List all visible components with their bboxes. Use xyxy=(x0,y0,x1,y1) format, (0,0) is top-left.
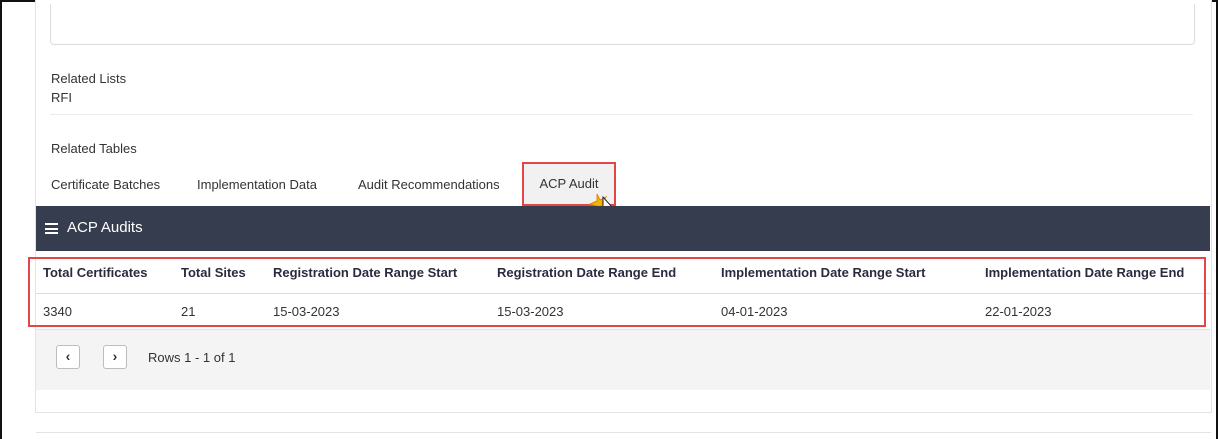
chevron-left-icon: ‹ xyxy=(65,348,71,364)
tab-certificate-batches[interactable]: Certificate Batches xyxy=(51,177,160,192)
text-area-field[interactable] xyxy=(50,4,1195,45)
frame-border-left xyxy=(0,0,2,439)
acp-audits-header: ACP Audits xyxy=(36,206,1210,251)
column-header-registration-start[interactable]: Registration Date Range Start xyxy=(266,251,490,294)
cell-total-sites: 21 xyxy=(181,303,196,319)
pagination-bar: ‹ › Rows 1 - 1 of 1 xyxy=(36,329,1210,390)
related-tables-heading: Related Tables xyxy=(51,141,137,156)
column-header-implementation-start[interactable]: Implementation Date Range Start xyxy=(714,251,978,294)
pagination-status: Rows 1 - 1 of 1 xyxy=(148,350,236,365)
cell-registration-start: 15-03-2023 xyxy=(273,303,340,319)
cell-total-certificates: 3340 xyxy=(43,303,72,319)
column-header-total-sites[interactable]: Total Sites xyxy=(174,251,266,294)
table-row[interactable]: 3340 21 15-03-2023 15-03-2023 04-01-2023… xyxy=(36,294,1210,329)
chevron-right-icon: › xyxy=(112,348,118,364)
table-header-row: Total Certificates Total Sites Registrat… xyxy=(36,251,1210,294)
column-header-implementation-end[interactable]: Implementation Date Range End xyxy=(978,251,1210,294)
next-page-button[interactable]: › xyxy=(103,345,127,369)
section-divider-bottom xyxy=(36,432,1211,433)
hamburger-menu-icon xyxy=(45,223,58,234)
section-divider xyxy=(50,114,1193,115)
acp-audits-table: Total Certificates Total Sites Registrat… xyxy=(36,251,1210,328)
related-lists-heading: Related Lists xyxy=(51,71,127,86)
column-header-total-certificates[interactable]: Total Certificates xyxy=(36,251,174,294)
tab-implementation-data[interactable]: Implementation Data xyxy=(197,177,317,192)
panel-title: ACP Audits xyxy=(67,219,143,236)
tab-audit-recommendations[interactable]: Audit Recommendations xyxy=(358,177,500,192)
related-list-link-rfi[interactable]: RFI xyxy=(51,90,72,105)
cell-registration-end: 15-03-2023 xyxy=(497,303,564,319)
previous-page-button[interactable]: ‹ xyxy=(56,345,80,369)
cell-implementation-start: 04-01-2023 xyxy=(721,303,788,319)
cell-implementation-end: 22-01-2023 xyxy=(985,303,1052,319)
column-header-registration-end[interactable]: Registration Date Range End xyxy=(490,251,714,294)
